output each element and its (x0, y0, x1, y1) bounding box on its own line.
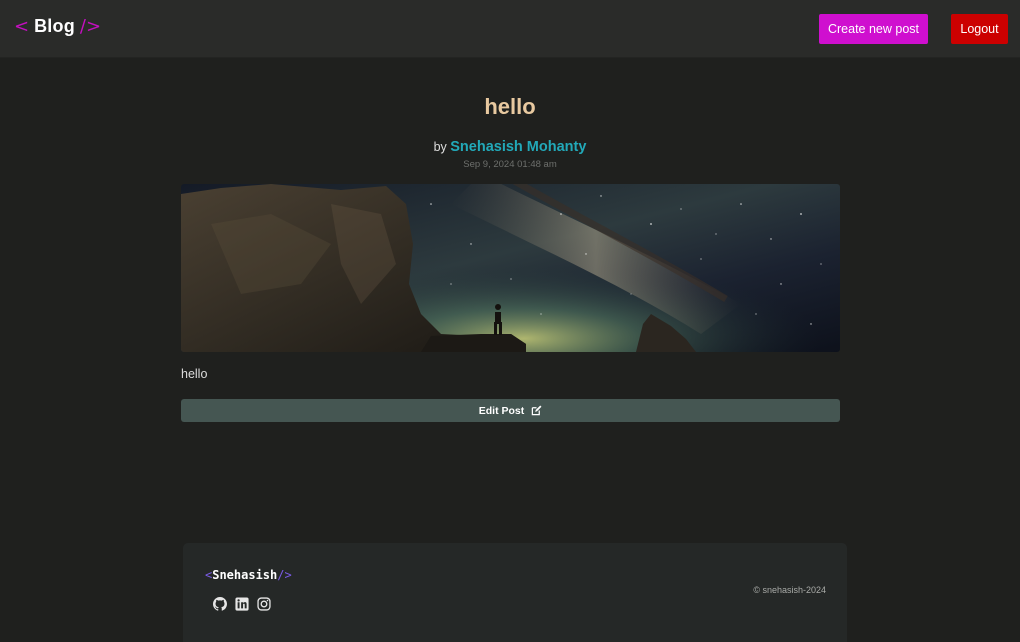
footer-brand-name: Snehasish (212, 568, 278, 582)
instagram-icon[interactable] (257, 597, 271, 611)
linkedin-icon[interactable] (235, 597, 249, 611)
brand-open-bracket: < (14, 16, 30, 37)
milky-way-landscape-image (181, 184, 840, 352)
edit-icon (532, 405, 542, 416)
create-post-button[interactable]: Create new post (819, 14, 928, 44)
top-navbar: < Blog /> Create new post Logout (0, 0, 1020, 58)
brand-close-bracket: /> (79, 16, 102, 37)
author-name[interactable]: Snehasish Mohanty (450, 139, 586, 155)
post-title: hello (484, 94, 536, 119)
social-links (213, 597, 271, 611)
post-cover-image (181, 184, 840, 352)
footer-brand: <Snehasish/> (205, 568, 292, 582)
edit-post-button[interactable]: Edit Post (181, 399, 840, 422)
post-date: Sep 9, 2024 01:48 am (463, 159, 557, 170)
by-label: by (433, 140, 447, 154)
edit-post-label: Edit Post (478, 404, 525, 417)
github-icon[interactable] (213, 597, 228, 611)
brand-name: Blog (34, 16, 75, 36)
post-byline: by Snehasish Mohanty (0, 139, 1020, 155)
copyright-text: © snehasish-2024 (753, 585, 826, 595)
logout-button[interactable]: Logout (951, 14, 1008, 44)
brand-logo[interactable]: < Blog /> (14, 16, 101, 37)
site-footer: <Snehasish/> © snehasish-2024 (183, 543, 847, 642)
post-content: hello (181, 367, 208, 381)
footer-brand-close: /> (277, 568, 292, 582)
